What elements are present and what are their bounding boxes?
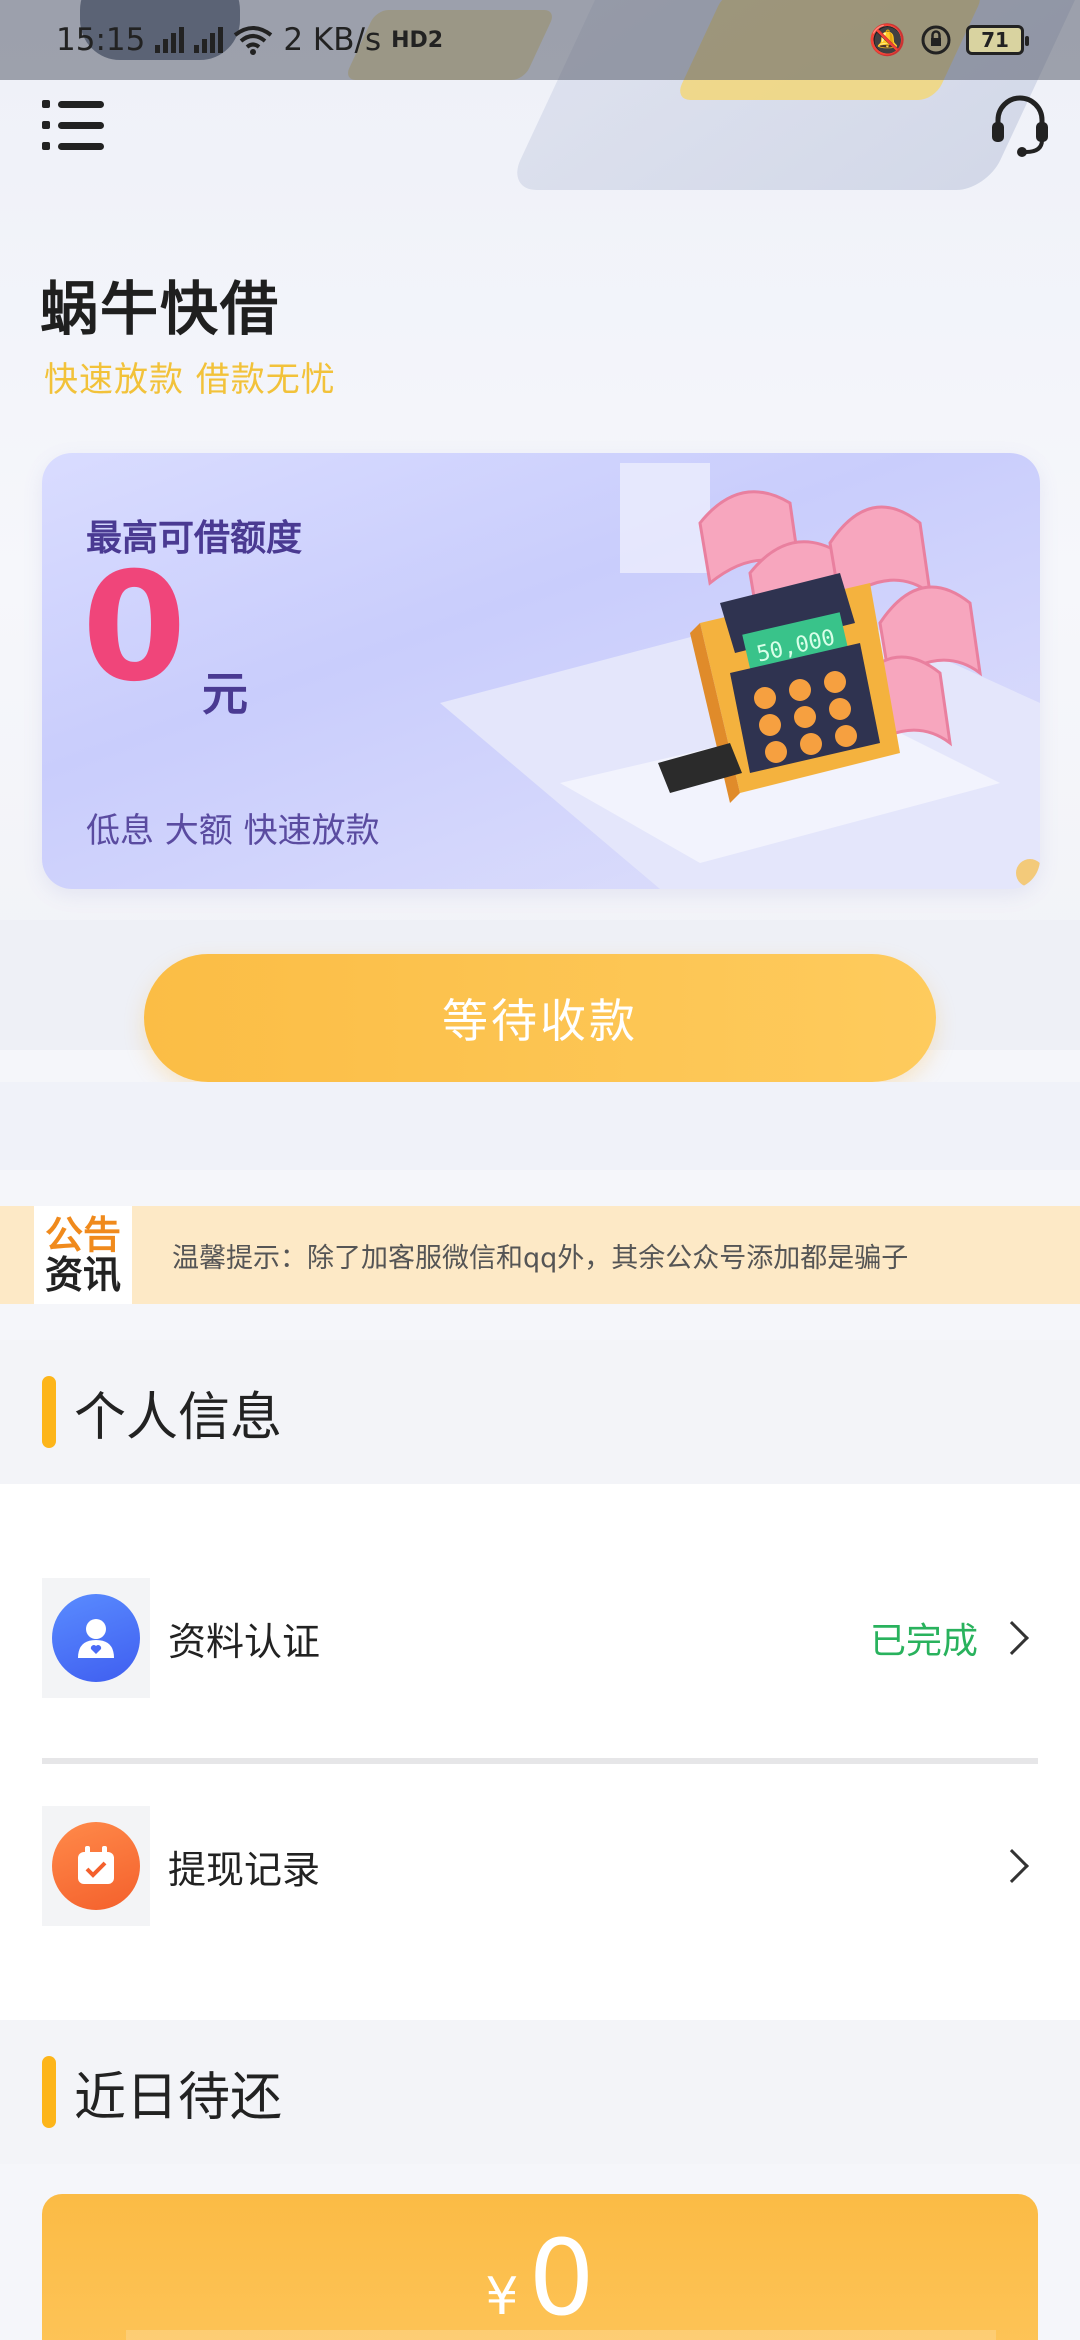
section-title: 近日待还 — [74, 2067, 283, 2128]
repayment-card-shade — [126, 2330, 996, 2340]
repayment-value: 0 — [528, 2217, 595, 2339]
network-speed: 2 KB/s — [283, 22, 382, 58]
notice-badge: 公告 资讯 — [34, 1206, 132, 1304]
headset-icon — [992, 95, 1048, 157]
list-item-withdrawal-records[interactable]: 提现记录 — [42, 1806, 1038, 1926]
credit-limit-card: 50,000 最高可借额度 0 元 低息 大额 快速放款 — [42, 453, 1040, 889]
list-item-label: 资料认证 — [168, 1619, 321, 1664]
personal-info-header: 个人信息 — [0, 1340, 1080, 1484]
notice-bar: 公告 资讯 温馨提示：除了加客服微信和qq外，其余公众号添加都是骗子 — [0, 1206, 1080, 1304]
battery-icon: 71 — [966, 25, 1029, 55]
lock-rotation-icon — [921, 25, 951, 55]
repayment-card[interactable]: ¥ 0 — [42, 2194, 1038, 2340]
status-time: 15:15 — [56, 22, 146, 58]
completion-status: 已完成 — [869, 1621, 978, 1662]
menu-button[interactable] — [42, 100, 104, 150]
signal-icon — [194, 27, 224, 53]
credit-limit-unit: 元 — [202, 667, 248, 721]
hd-badge: HD2 — [391, 27, 444, 53]
list-item-label: 提现记录 — [168, 1847, 321, 1892]
repayment-amount: ¥ 0 — [42, 2226, 1038, 2330]
battery-level: 71 — [981, 28, 1009, 52]
app-title: 蜗牛快借 — [40, 275, 281, 343]
pos-terminal-illustration: 50,000 — [440, 463, 1040, 889]
user-profile-icon — [52, 1594, 140, 1682]
status-bar: 15:15 2 KB/s HD2 🔕 71 — [0, 0, 1080, 80]
notice-badge-bottom: 资讯 — [44, 1253, 121, 1297]
credit-features-text: 低息 大额 快速放款 — [86, 811, 380, 851]
app-slogan: 快速放款 借款无忧 — [44, 360, 336, 400]
bell-off-icon: 🔕 — [868, 22, 906, 58]
calendar-check-icon — [52, 1822, 140, 1910]
currency-symbol: ¥ — [485, 2267, 519, 2327]
signal-icon — [155, 27, 185, 53]
chevron-right-icon — [995, 1849, 1029, 1883]
credit-limit-amount: 0 — [82, 541, 187, 715]
upcoming-repayment-header: 近日待还 — [0, 2020, 1080, 2164]
await-payment-button[interactable]: 等待收款 — [144, 954, 936, 1082]
notice-badge-top: 公告 — [44, 1213, 121, 1257]
section-accent-bar — [42, 2056, 56, 2128]
spacer-strip — [0, 1082, 1080, 1170]
list-divider — [42, 1758, 1038, 1764]
section-title: 个人信息 — [74, 1387, 283, 1448]
customer-service-button[interactable] — [988, 92, 1052, 158]
section-accent-bar — [42, 1376, 56, 1448]
notice-text: 温馨提示：除了加客服微信和qq外，其余公众号添加都是骗子 — [172, 1242, 909, 1274]
list-item-profile-verification[interactable]: 资料认证 已完成 — [42, 1578, 1038, 1698]
wifi-icon — [234, 26, 273, 55]
chevron-right-icon — [995, 1621, 1029, 1655]
personal-info-list: 资料认证 已完成 提现记录 — [0, 1484, 1080, 2020]
